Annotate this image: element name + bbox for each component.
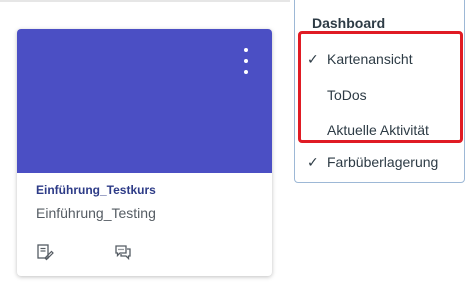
menu-item-recent-activity[interactable]: ✓ Aktuelle Aktivität (307, 119, 457, 141)
check-icon: ✓ (307, 50, 319, 67)
dashboard-view-menu: Dashboard ✓ Kartenansicht ✓ ToDos ✓ Aktu… (294, 0, 465, 183)
more-options-icon[interactable] (243, 48, 249, 74)
menu-item-label: Aktuelle Aktivität (327, 122, 429, 138)
menu-item-card-view[interactable]: ✓ Kartenansicht (307, 48, 457, 70)
announcements-icon[interactable] (36, 243, 54, 261)
menu-item-label: Kartenansicht (327, 51, 413, 67)
discussions-icon[interactable] (114, 243, 132, 261)
card-action-icons (36, 243, 132, 261)
menu-item-todos[interactable]: ✓ ToDos (307, 84, 457, 106)
course-card[interactable]: Einführung_Testkurs Einführung_Testing (17, 29, 272, 276)
top-divider (0, 0, 290, 2)
course-name: Einführung_Testing (36, 205, 156, 221)
menu-item-label: Farbüberlagerung (327, 154, 439, 170)
course-card-hero[interactable] (17, 29, 272, 173)
course-code-link[interactable]: Einführung_Testkurs (36, 183, 156, 197)
check-icon: ✓ (307, 153, 319, 170)
menu-item-color-overlay[interactable]: ✓ Farbüberlagerung (307, 151, 457, 173)
menu-heading: Dashboard (312, 15, 386, 31)
menu-item-label: ToDos (327, 87, 367, 103)
